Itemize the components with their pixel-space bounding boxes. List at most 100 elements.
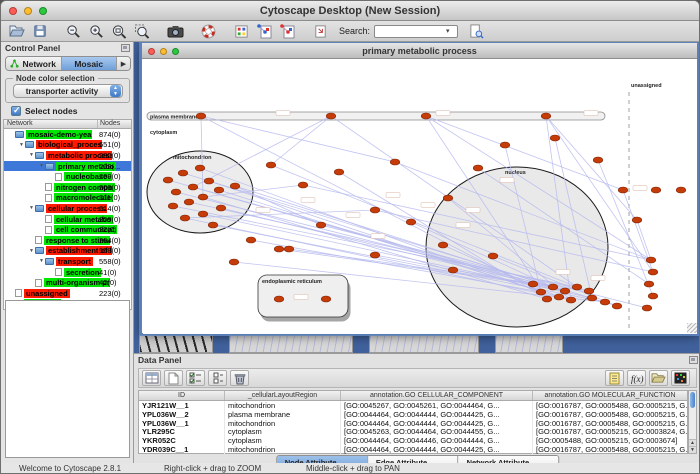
delete-attribute-trash-icon[interactable] xyxy=(230,370,249,386)
graph-node[interactable] xyxy=(266,162,276,168)
tree-expand-icon[interactable]: ▼ xyxy=(38,163,45,169)
tree-expand-icon[interactable]: ▼ xyxy=(18,142,25,148)
graph-node[interactable] xyxy=(198,194,208,200)
birdseye-view-panel[interactable] xyxy=(5,300,130,458)
graph-node[interactable] xyxy=(188,184,198,190)
vizmapper-icon[interactable] xyxy=(231,23,251,40)
graph-node[interactable] xyxy=(541,113,551,119)
new-attribute-icon[interactable] xyxy=(164,370,183,386)
tree-row[interactable]: unassigned223(0) xyxy=(4,288,131,299)
graph-node[interactable] xyxy=(246,237,256,243)
graph-node[interactable] xyxy=(600,299,610,305)
tree-row[interactable]: ▼transport558(0) xyxy=(4,256,131,267)
graph-node[interactable] xyxy=(550,135,560,141)
graph-node[interactable] xyxy=(560,288,570,294)
graph-node[interactable] xyxy=(390,159,400,165)
graph-node[interactable] xyxy=(195,165,205,171)
graph-node[interactable] xyxy=(438,242,448,248)
tree-row[interactable]: ▼metabolic process280(0) xyxy=(4,150,131,161)
attribute-table[interactable]: ID_cellularLayoutRegionannotation.GO CEL… xyxy=(138,390,688,454)
graph-node[interactable] xyxy=(168,203,178,209)
graph-node[interactable] xyxy=(593,157,603,163)
graph-node[interactable] xyxy=(548,284,558,290)
background-window-fragment[interactable] xyxy=(229,335,353,353)
table-scrollbar[interactable]: ▲ ▼ xyxy=(688,390,697,454)
zoom-selected-icon[interactable] xyxy=(132,23,152,40)
table-column-header[interactable]: ID xyxy=(139,391,225,400)
graph-node[interactable] xyxy=(316,222,326,228)
tree-row[interactable]: cell communicat22(0) xyxy=(4,224,131,235)
tree-row[interactable]: ▼cellular process614(0) xyxy=(4,203,131,214)
tree-row[interactable]: nucleobase-209(0) xyxy=(4,171,131,182)
graph-node[interactable] xyxy=(646,257,656,263)
graph-node[interactable] xyxy=(230,183,240,189)
graph-node[interactable] xyxy=(298,182,308,188)
graph-node[interactable] xyxy=(676,187,686,193)
tree-expand-icon[interactable]: ▼ xyxy=(28,205,35,211)
graph-node[interactable] xyxy=(572,284,582,290)
graph-node[interactable] xyxy=(163,177,173,183)
table-row[interactable]: YJR121W__1mitochondrion[GO:0045267, GO:0… xyxy=(139,401,687,410)
tree-expand-icon[interactable]: ▼ xyxy=(28,152,35,158)
background-window-fragment[interactable] xyxy=(369,335,479,353)
table-column-header[interactable]: _cellularLayoutRegion xyxy=(225,391,341,400)
graph-node[interactable] xyxy=(618,187,628,193)
attribute-select-icon[interactable] xyxy=(208,370,227,386)
tree-row[interactable]: mosaic-demo-yeast874(0) xyxy=(4,129,131,140)
column-select-icon[interactable] xyxy=(142,370,161,386)
tree-row[interactable]: macromolecule311(0) xyxy=(4,193,131,204)
zoom-in-icon[interactable] xyxy=(86,23,106,40)
open-file-icon[interactable] xyxy=(7,23,27,40)
table-column-header[interactable]: annotation.GO CELLULAR_COMPONENT xyxy=(341,391,533,400)
table-row[interactable]: YPL036W__1mitochondrion[GO:0044464, GO:0… xyxy=(139,419,687,428)
graph-node[interactable] xyxy=(321,296,331,302)
graph-node[interactable] xyxy=(284,246,294,252)
attribute-matrix-icon[interactable] xyxy=(671,370,690,386)
table-row[interactable]: YKR052Ccytoplasm[GO:0044464, GO:0044446,… xyxy=(139,436,687,445)
table-row[interactable]: YDR039C__1mitochondrion[GO:0044464, GO:0… xyxy=(139,445,687,454)
tab-overflow-arrow[interactable]: ▶ xyxy=(117,57,130,70)
table-row[interactable]: YPL036W__2plasma membrane[GO:0044464, GO… xyxy=(139,410,687,419)
tab-network[interactable]: Network xyxy=(6,57,62,70)
float-data-panel-icon[interactable] xyxy=(689,356,698,364)
search-options-icon[interactable] xyxy=(466,23,486,40)
save-icon[interactable] xyxy=(30,23,50,40)
tree-row[interactable]: ▼establishment of lo558(0) xyxy=(4,246,131,257)
graph-node[interactable] xyxy=(584,288,594,294)
graph-node[interactable] xyxy=(370,252,380,258)
network-canvas[interactable]: plasma membrane cytoplasm mitochondrion … xyxy=(143,60,697,334)
graph-node[interactable] xyxy=(370,207,380,213)
graph-node[interactable] xyxy=(473,165,483,171)
background-window-fragment[interactable] xyxy=(495,335,563,353)
graph-node[interactable] xyxy=(421,113,431,119)
graph-node[interactable] xyxy=(488,253,498,259)
resize-grip[interactable] xyxy=(687,323,697,333)
annotation-icon[interactable] xyxy=(310,23,330,40)
graph-node[interactable] xyxy=(204,178,214,184)
scroll-down-icon[interactable]: ▼ xyxy=(689,446,696,453)
node-color-dropdown[interactable]: transporter activity ▲▼ xyxy=(13,84,123,98)
tree-row[interactable]: ▼primary metabo209(... xyxy=(4,161,131,172)
graph-node[interactable] xyxy=(406,219,416,225)
graph-node[interactable] xyxy=(229,259,239,265)
graph-node[interactable] xyxy=(214,187,224,193)
select-nodes-checkbox[interactable] xyxy=(11,106,21,116)
tree-expand-icon[interactable]: ▼ xyxy=(38,258,45,264)
scrollbar-thumb[interactable] xyxy=(690,392,695,408)
graph-node[interactable] xyxy=(644,281,654,287)
graph-node[interactable] xyxy=(642,305,652,311)
graph-node[interactable] xyxy=(587,295,597,301)
graph-node[interactable] xyxy=(536,289,546,295)
attribute-checklist-icon[interactable] xyxy=(186,370,205,386)
tree-row[interactable]: nitrogen compo209(0) xyxy=(4,182,131,193)
tree-expand-icon[interactable]: ▼ xyxy=(28,248,35,254)
zoom-fit-icon[interactable] xyxy=(109,23,129,40)
tree-row[interactable]: multi-organism pro42(0) xyxy=(4,277,131,288)
graph-node[interactable] xyxy=(651,187,661,193)
graph-node[interactable] xyxy=(554,294,564,300)
graph-node[interactable] xyxy=(632,217,642,223)
graph-node[interactable] xyxy=(448,267,458,273)
tree-row[interactable]: cellular metabo209(0) xyxy=(4,214,131,225)
apply-view-icon[interactable] xyxy=(277,23,297,40)
graph-node[interactable] xyxy=(566,297,576,303)
